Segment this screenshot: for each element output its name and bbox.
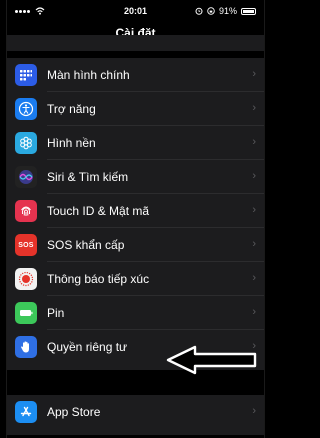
settings-row-touch-id[interactable]: Touch ID & Mật mã › <box>7 194 264 228</box>
settings-row-label: Pin <box>47 306 65 320</box>
home-screen-icon <box>15 64 37 86</box>
chevron-right-icon: › <box>252 405 256 417</box>
chevron-right-icon: › <box>252 306 256 318</box>
settings-row-label: Quyền riêng tư <box>47 340 128 354</box>
alarm-icon <box>195 7 203 15</box>
accessibility-icon <box>15 98 37 120</box>
fingerprint-icon <box>15 200 37 222</box>
lock-rotation-icon <box>207 7 215 15</box>
wallpaper-icon <box>15 132 37 154</box>
chevron-right-icon: › <box>252 238 256 250</box>
chevron-right-icon: › <box>252 272 256 284</box>
status-bar: 20:01 91% <box>7 0 264 22</box>
settings-row-label: Trợ năng <box>47 102 96 116</box>
settings-group: Màn hình chính › Trợ năng › Hình nền › S… <box>7 58 264 370</box>
settings-row-label: Thông báo tiếp xúc <box>47 272 150 286</box>
settings-row-battery[interactable]: Pin › <box>7 296 264 330</box>
store-group: App Store › <box>7 395 264 435</box>
chevron-right-icon: › <box>252 136 256 148</box>
settings-row-label: Touch ID & Mật mã <box>47 204 150 218</box>
battery-icon <box>15 302 37 324</box>
settings-row-label: SOS khẩn cấp <box>47 238 125 252</box>
status-right: 91% <box>195 6 256 16</box>
settings-row-label: Hình nền <box>47 136 96 150</box>
sos-icon: SOS <box>15 234 37 256</box>
device-frame: 20:01 91% Cài đặt Màn hình chính › Trợ n… <box>0 0 268 438</box>
settings-row-wallpaper[interactable]: Hình nền › <box>7 126 264 160</box>
settings-row-exposure[interactable]: Thông báo tiếp xúc › <box>7 262 264 296</box>
battery-icon <box>241 7 256 15</box>
privacy-hand-icon <box>15 336 37 358</box>
left-arrow-icon <box>166 345 257 375</box>
settings-row-siri[interactable]: Siri & Tìm kiếm › <box>7 160 264 194</box>
settings-row-home-screen[interactable]: Màn hình chính › <box>7 58 264 92</box>
settings-row-sos[interactable]: SOS SOS khẩn cấp › <box>7 228 264 262</box>
chevron-right-icon: › <box>252 102 256 114</box>
siri-icon <box>15 166 37 188</box>
settings-row-label: Màn hình chính <box>47 68 130 82</box>
partial-previous-group <box>7 35 264 51</box>
exposure-icon <box>15 268 37 290</box>
battery-percent: 91% <box>218 6 237 16</box>
chevron-right-icon: › <box>252 204 256 216</box>
settings-row-label: App Store <box>47 405 101 419</box>
chevron-right-icon: › <box>252 170 256 182</box>
settings-row-app-store[interactable]: App Store › <box>7 395 264 429</box>
settings-row-accessibility[interactable]: Trợ năng › <box>7 92 264 126</box>
app-store-icon <box>15 401 37 423</box>
chevron-right-icon: › <box>252 68 256 80</box>
settings-row-label: Siri & Tìm kiếm <box>47 170 129 184</box>
